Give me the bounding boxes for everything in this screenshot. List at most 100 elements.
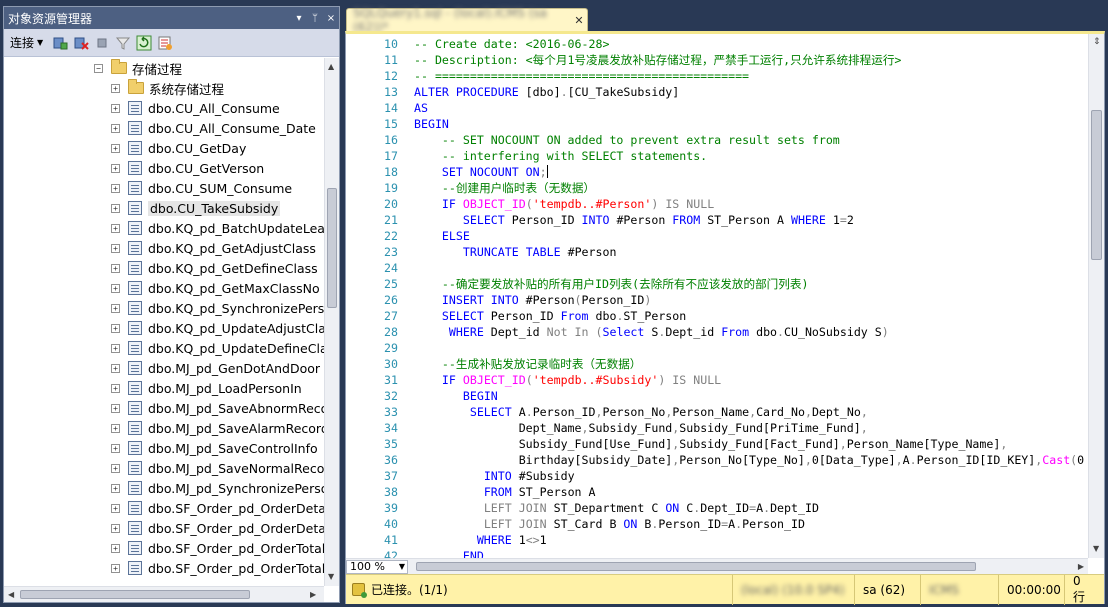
disconnect-server-icon[interactable] xyxy=(73,35,89,51)
code-line[interactable]: SET NOCOUNT ON; xyxy=(414,164,548,180)
scroll-up-icon[interactable]: ▲ xyxy=(328,62,334,71)
code-line[interactable]: LEFT JOIN ST_Card B ON B.Person_ID=A.Per… xyxy=(414,516,805,532)
code-line[interactable]: BEGIN xyxy=(414,116,449,132)
tree-node-procedure[interactable]: + dbo.SF_Order_pd_OrderDetail xyxy=(111,518,324,538)
object-explorer-vertical-scrollbar[interactable]: ▲ ▼ xyxy=(324,58,339,586)
expand-icon[interactable]: + xyxy=(111,323,120,333)
expand-icon[interactable]: + xyxy=(111,563,120,573)
scrollbar-thumb[interactable] xyxy=(327,188,337,308)
scroll-left-icon[interactable]: ◀ xyxy=(8,590,14,599)
expand-icon[interactable]: + xyxy=(111,143,120,153)
code-line[interactable]: INSERT INTO #Person(Person_ID) xyxy=(414,292,651,308)
editor-horizontal-scrollbar[interactable]: ▶ xyxy=(408,559,1088,575)
expand-icon[interactable]: + xyxy=(111,543,120,553)
scroll-right-icon[interactable]: ▶ xyxy=(1078,562,1084,571)
code-line[interactable]: ALTER PROCEDURE [dbo].[CU_TakeSubsidy] xyxy=(414,84,679,100)
close-tab-icon[interactable]: ✕ xyxy=(571,14,587,27)
expand-icon[interactable]: + xyxy=(111,343,120,353)
expand-icon[interactable]: + xyxy=(111,223,120,233)
tree-node-system-procedures[interactable]: + 系统存储过程 xyxy=(111,78,224,98)
code-line[interactable]: TRUNCATE TABLE #Person xyxy=(414,244,617,260)
expand-icon[interactable]: + xyxy=(111,123,120,133)
expand-icon[interactable]: + xyxy=(111,83,120,93)
expand-icon[interactable]: + xyxy=(111,403,120,413)
code-line[interactable]: FROM ST_Person A xyxy=(414,484,596,500)
code-line[interactable]: --生成补贴发放记录临时表（无数据） xyxy=(414,356,641,372)
tree-node-procedure[interactable]: + dbo.KQ_pd_GetAdjustClass xyxy=(111,238,316,258)
code-line[interactable]: --创建用户临时表（无数据） xyxy=(414,180,595,196)
tree-node-procedure[interactable]: + dbo.KQ_pd_BatchUpdateLeave xyxy=(111,218,324,238)
scrollbar-thumb[interactable] xyxy=(1091,110,1102,260)
code-line[interactable]: WHERE Dept_id Not In (Select S.Dept_id F… xyxy=(414,324,889,340)
activity-monitor-icon[interactable] xyxy=(157,35,173,51)
tree-node-procedure[interactable]: + dbo.KQ_pd_GetDefineClass xyxy=(111,258,318,278)
tree-node-procedure[interactable]: + dbo.SF_Order_pd_OrderTotalC xyxy=(111,538,324,558)
code-line[interactable]: -- =====================================… xyxy=(414,68,749,84)
object-explorer-horizontal-scrollbar[interactable]: ◀ ▶ xyxy=(4,586,324,602)
scrollbar-thumb[interactable] xyxy=(20,590,250,599)
stop-icon[interactable] xyxy=(94,35,110,51)
code-line[interactable]: SELECT Person_ID INTO #Person FROM ST_Pe… xyxy=(414,212,854,228)
editor-vertical-scrollbar[interactable]: ⇕ ▼ xyxy=(1088,34,1104,558)
zoom-dropdown[interactable]: 100 % ▼ xyxy=(346,559,408,574)
query-editor[interactable]: 10 11 12 13 14 15 16 17 18 19 20 21 22 23 24 25 26 27 28 29… xyxy=(345,31,1105,605)
tree-node-procedure[interactable]: + dbo.CU_All_Consume_Date xyxy=(111,118,316,138)
expand-icon[interactable]: + xyxy=(111,363,120,373)
code-line[interactable]: BEGIN xyxy=(414,388,498,404)
expand-icon[interactable]: + xyxy=(111,163,120,173)
tree-node-procedure[interactable]: + dbo.KQ_pd_GetMaxClassNo xyxy=(111,278,320,298)
code-line[interactable]: END xyxy=(414,548,484,558)
refresh-icon[interactable] xyxy=(136,35,152,51)
chevron-down-icon[interactable]: ▼ xyxy=(399,562,407,571)
code-area[interactable]: 10 11 12 13 14 15 16 17 18 19 20 21 22 23 24 25 26 27 28 29… xyxy=(346,34,1088,558)
tree-node-procedure[interactable]: + dbo.CU_GetDay xyxy=(111,138,246,158)
tree-node-procedure[interactable]: + dbo.SF_Order_pd_OrderTotalC xyxy=(111,558,324,578)
expand-icon[interactable]: + xyxy=(111,283,120,293)
code-line[interactable]: SELECT Person_ID From dbo.ST_Person xyxy=(414,308,686,324)
scrollbar-thumb[interactable] xyxy=(416,561,976,571)
code-line[interactable]: ELSE xyxy=(414,228,470,244)
close-icon[interactable]: × xyxy=(323,13,339,24)
auto-hide-pin-icon[interactable]: ᛘ xyxy=(307,13,323,24)
tree-node-procedure[interactable]: + dbo.MJ_pd_SaveNormalRecor xyxy=(111,458,324,478)
code-line[interactable]: Birthday[Subsidy_Date],Person_No[Type_No… xyxy=(414,452,1084,468)
tree-node-procedure[interactable]: + dbo.MJ_pd_SynchronizePersor xyxy=(111,478,324,498)
tree-node-procedure[interactable]: + dbo.MJ_pd_SaveAbnormReco xyxy=(111,398,324,418)
connect-server-icon[interactable] xyxy=(52,35,68,51)
tree-node-procedure[interactable]: + dbo.MJ_pd_SaveAlarmRecord xyxy=(111,418,324,438)
scroll-down-icon[interactable]: ▼ xyxy=(1093,544,1099,553)
tree-node-procedure[interactable]: + dbo.MJ_pd_LoadPersonIn xyxy=(111,378,302,398)
code-line[interactable]: WHERE 1<>1 xyxy=(414,532,547,548)
code-line[interactable]: -- Create date: <2016-06-28> xyxy=(414,36,609,52)
expand-icon[interactable]: + xyxy=(111,243,120,253)
tree-node-procedure[interactable]: + dbo.CU_All_Consume xyxy=(111,98,280,118)
tree-node-procedure[interactable]: + dbo.KQ_pd_UpdateAdjustClas xyxy=(111,318,324,338)
tree-node-procedure[interactable]: + dbo.KQ_pd_UpdateDefineClas xyxy=(111,338,324,358)
tree-node-procedure[interactable]: + dbo.KQ_pd_SynchronizePerso xyxy=(111,298,324,318)
code-line[interactable]: -- Description: <每个月1号凌晨发放补贴存储过程，严禁手工运行,… xyxy=(414,52,901,68)
expand-icon[interactable]: + xyxy=(111,303,120,313)
code-line[interactable]: -- interfering with SELECT statements. xyxy=(414,148,707,164)
tree-node-procedure[interactable]: + dbo.CU_SUM_Consume xyxy=(111,178,292,198)
code-line[interactable]: IF OBJECT_ID('tempdb..#Subsidy') IS NULL xyxy=(414,372,721,388)
expand-icon[interactable]: + xyxy=(111,423,120,433)
tree-node-procedure[interactable]: + dbo.SF_Order_pd_OrderDetail xyxy=(111,498,324,518)
filter-icon[interactable] xyxy=(115,35,131,51)
expand-icon[interactable]: + xyxy=(111,383,120,393)
code-line[interactable]: INTO #Subsidy xyxy=(414,468,575,484)
window-position-icon[interactable]: ▾ xyxy=(291,13,307,24)
tab-query-editor[interactable]: SQLQuery1.sql - (local).ICMS (sa (62))* … xyxy=(346,6,588,34)
split-view-icon[interactable]: ⇕ xyxy=(1093,37,1101,47)
scroll-right-icon[interactable]: ▶ xyxy=(310,590,316,599)
tree-node-procedure[interactable]: + dbo.MJ_pd_SaveControlInfo xyxy=(111,438,318,458)
code-line[interactable]: --确定要发放补贴的所有用户ID列表(去除所有不应该发放的部门列表) xyxy=(414,276,809,292)
tree-node-procedure[interactable]: + dbo.MJ_pd_GenDotAndDoor xyxy=(111,358,320,378)
expand-icon[interactable]: + xyxy=(111,443,120,453)
collapse-icon[interactable]: − xyxy=(94,63,103,73)
expand-icon[interactable]: + xyxy=(111,183,120,193)
code-line[interactable]: Subsidy_Fund[Use_Fund],Subsidy_Fund[Fact… xyxy=(414,436,1008,452)
tree-node-procedure[interactable]: + dbo.CU_TakeSubsidy xyxy=(111,198,281,218)
code-line[interactable]: AS xyxy=(414,100,428,116)
scroll-down-icon[interactable]: ▼ xyxy=(328,572,334,581)
tree-node-procedure[interactable]: + dbo.CU_GetVerson xyxy=(111,158,264,178)
